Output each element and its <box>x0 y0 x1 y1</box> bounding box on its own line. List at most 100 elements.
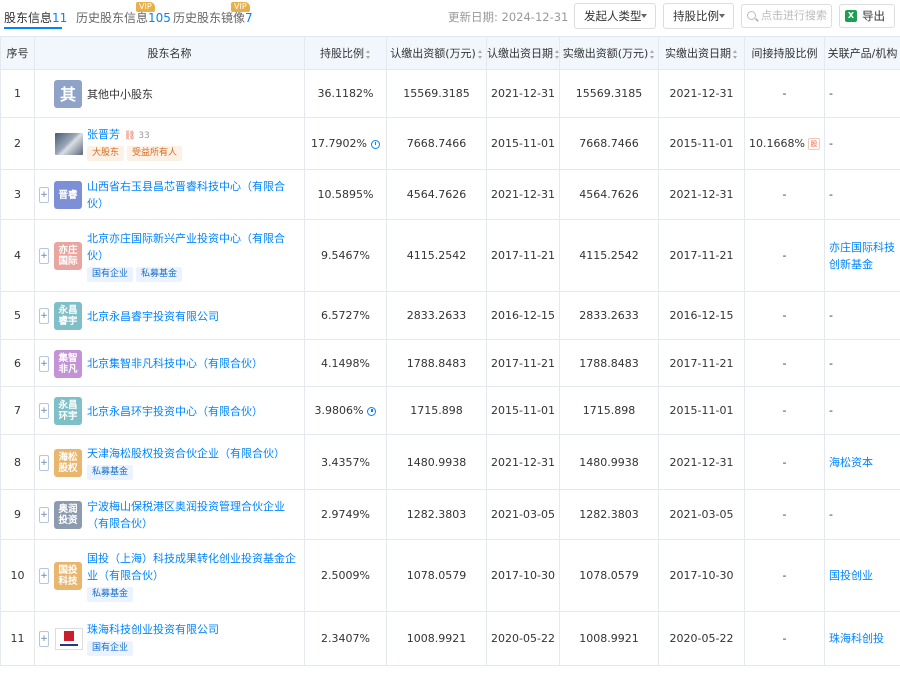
col-header-sub-date[interactable]: 认缴出资日期 <box>486 36 560 70</box>
related-product[interactable]: 珠海科创投 <box>824 611 900 666</box>
header-label: 实缴出资额(万元) <box>562 47 649 60</box>
expand-icon[interactable]: + <box>39 631 49 647</box>
shareholder-name-text[interactable]: 天津海松股权投资合伙企业（有限合伙） <box>87 447 285 460</box>
indirect-ratio-value: 10.1668% <box>749 137 805 150</box>
sort-icon[interactable] <box>555 49 559 59</box>
subscribed-date: 2017-11-21 <box>486 339 560 387</box>
tab-history-shareholders[interactable]: 历史股东信息105 VIP <box>76 2 171 26</box>
indirect-ratio: 10.1668% 股 <box>744 117 825 170</box>
shareholder-name-text[interactable]: 宁波梅山保税港区奥润投资管理合伙企业（有限合伙） <box>87 500 285 530</box>
pie-chart-icon[interactable] <box>370 139 380 149</box>
tab-label: 历史股东信息 <box>76 11 149 25</box>
shareholder-name[interactable]: 国投（上海）科技成果转化创业投资基金企业（有限合伙） <box>87 550 296 584</box>
indirect-ratio: - <box>744 169 825 220</box>
tab-shareholder-info[interactable]: 股东信息11 <box>4 9 67 26</box>
related-product[interactable]: 亦庄国际科技创新基金 <box>824 219 900 292</box>
sort-icon[interactable] <box>366 49 371 59</box>
shareholder-name[interactable]: 北京亦庄国际新兴产业投资中心（有限合伙） <box>87 230 296 264</box>
subscribed-date: 2017-10-30 <box>486 539 560 612</box>
subscribed-date: 2015-11-01 <box>486 117 560 170</box>
col-header-paid-amount[interactable]: 实缴出资额(万元) <box>559 36 659 70</box>
shareholder-cell: + 奥润 投资 宁波梅山保税港区奥润投资管理合伙企业（有限合伙） <box>34 489 305 540</box>
shareholder-name: 其他中小股东 <box>87 86 296 103</box>
row-number: 7 <box>0 386 35 435</box>
holding-ratio-value: 3.9806% <box>314 404 364 417</box>
related-product[interactable]: 海松资本 <box>824 434 900 490</box>
indirect-ratio: - <box>744 219 825 292</box>
chevron-down-icon <box>641 14 647 18</box>
shareholder-name[interactable]: 天津海松股权投资合伙企业（有限合伙） <box>87 445 296 462</box>
col-header-name: 股东名称 <box>34 36 305 70</box>
shareholder-name[interactable]: 北京永昌环宇投资中心（有限合伙） <box>87 403 296 420</box>
indirect-ratio-value: - <box>782 309 787 322</box>
expand-icon[interactable]: + <box>39 403 49 419</box>
filter-ratio-dropdown[interactable]: 持股比例 <box>663 3 734 29</box>
search-placeholder: 点击进行搜索 <box>761 9 827 22</box>
shareholder-name[interactable]: 北京集智非凡科技中心（有限合伙） <box>87 355 296 372</box>
pie-chart-icon[interactable] <box>367 406 377 416</box>
row-number: 8 <box>0 434 35 490</box>
row-number: 5 <box>0 291 35 340</box>
filter-initiator-type-dropdown[interactable]: 发起人类型 <box>574 3 656 29</box>
related-product: - <box>824 339 900 387</box>
search-input[interactable]: 点击进行搜索 <box>741 4 832 28</box>
shareholder-cell: + 永昌 睿宇 北京永昌睿宇投资有限公司 <box>34 291 305 340</box>
tab-bar: 股东信息11 历史股东信息105 VIP 历史股东镜像7 VIP 更新日期: 2… <box>0 0 900 34</box>
related-count-badge[interactable]: ⛓ 33 <box>124 131 150 141</box>
subscribed-date: 2020-05-22 <box>486 611 560 666</box>
shareholder-name-text[interactable]: 北京永昌睿宇投资有限公司 <box>87 310 219 323</box>
sort-icon[interactable] <box>477 49 483 59</box>
row-number: 3 <box>0 169 35 220</box>
expand-icon[interactable]: + <box>39 187 49 203</box>
shareholder-name[interactable]: 山西省右玉县昌芯晋睿科技中心（有限合伙） <box>87 178 296 212</box>
holding-ratio: 2.9749% <box>304 489 387 540</box>
shareholder-name-text[interactable]: 山西省右玉县昌芯晋睿科技中心（有限合伙） <box>87 180 285 210</box>
expand-icon[interactable]: + <box>39 356 49 372</box>
holding-ratio-value: 6.5727% <box>321 309 370 322</box>
expand-icon[interactable]: + <box>39 507 49 523</box>
shareholder-name-text[interactable]: 北京永昌环宇投资中心（有限合伙） <box>87 405 263 418</box>
paid-amount: 15569.3185 <box>559 69 659 118</box>
tab-label: 历史股东镜像 <box>173 11 246 25</box>
tab-count: 11 <box>52 11 68 25</box>
subscribed-date: 2016-12-15 <box>486 291 560 340</box>
sort-icon[interactable] <box>650 49 655 59</box>
update-label: 更新日期: <box>448 10 498 24</box>
table-row: 10 + 国投 科技 国投（上海）科技成果转化创业投资基金企业（有限合伙） 私募基金… <box>0 539 900 612</box>
shareholder-name-text[interactable]: 北京集智非凡科技中心（有限合伙） <box>87 357 263 370</box>
indirect-ratio-value: - <box>782 508 787 521</box>
col-header-paid-date[interactable]: 实缴出资日期 <box>658 36 745 70</box>
shareholder-name[interactable]: 珠海科技创业投资有限公司 <box>87 621 296 638</box>
paid-amount: 1282.3803 <box>559 489 659 540</box>
sort-icon[interactable] <box>733 49 738 59</box>
shareholder-name-text[interactable]: 张晋芳 <box>87 128 120 141</box>
equity-chain-icon[interactable]: 股 <box>807 138 820 150</box>
export-button[interactable]: X 导出 <box>839 4 895 28</box>
col-header-sub-amount[interactable]: 认缴出资额(万元) <box>386 36 487 70</box>
shareholder-name-text[interactable]: 北京亦庄国际新兴产业投资中心（有限合伙） <box>87 232 285 262</box>
tag-list: 私募基金 <box>87 586 136 602</box>
shareholder-name-text[interactable]: 国投（上海）科技成果转化创业投资基金企业（有限合伙） <box>87 552 296 582</box>
related-product[interactable]: 国投创业 <box>824 539 900 612</box>
shareholder-cell: 张晋芳 ⛓ 33 大股东 受益所有人 <box>34 117 305 170</box>
tag-list: 国有企业 <box>87 640 136 656</box>
paid-amount: 4564.7626 <box>559 169 659 220</box>
shareholder-name-text[interactable]: 珠海科技创业投资有限公司 <box>87 623 219 636</box>
table-row: 8 + 海松 股权 天津海松股权投资合伙企业（有限合伙） 私募基金 3.4357% … <box>0 434 900 490</box>
subscribed-amount: 7668.7466 <box>386 117 487 170</box>
holding-ratio-value: 10.5895% <box>317 188 374 201</box>
tab-history-mirror[interactable]: 历史股东镜像7 VIP <box>173 2 253 26</box>
expand-icon[interactable]: + <box>39 308 49 324</box>
related-product: - <box>824 117 900 170</box>
expand-icon[interactable]: + <box>39 248 49 264</box>
tag-list: 国有企业 私募基金 <box>87 266 185 282</box>
col-header-ratio[interactable]: 持股比例 <box>304 36 387 70</box>
expand-icon[interactable]: + <box>39 455 49 471</box>
expand-icon[interactable]: + <box>39 568 49 584</box>
indirect-ratio: - <box>744 69 825 118</box>
indirect-ratio-value: - <box>782 404 787 417</box>
shareholder-name[interactable]: 宁波梅山保税港区奥润投资管理合伙企业（有限合伙） <box>87 498 296 532</box>
shareholder-name[interactable]: 北京永昌睿宇投资有限公司 <box>87 308 296 325</box>
table-row: 5 + 永昌 睿宇 北京永昌睿宇投资有限公司 6.5727% 2833.2633 … <box>0 291 900 340</box>
shareholder-name[interactable]: 张晋芳 ⛓ 33 <box>87 126 296 145</box>
